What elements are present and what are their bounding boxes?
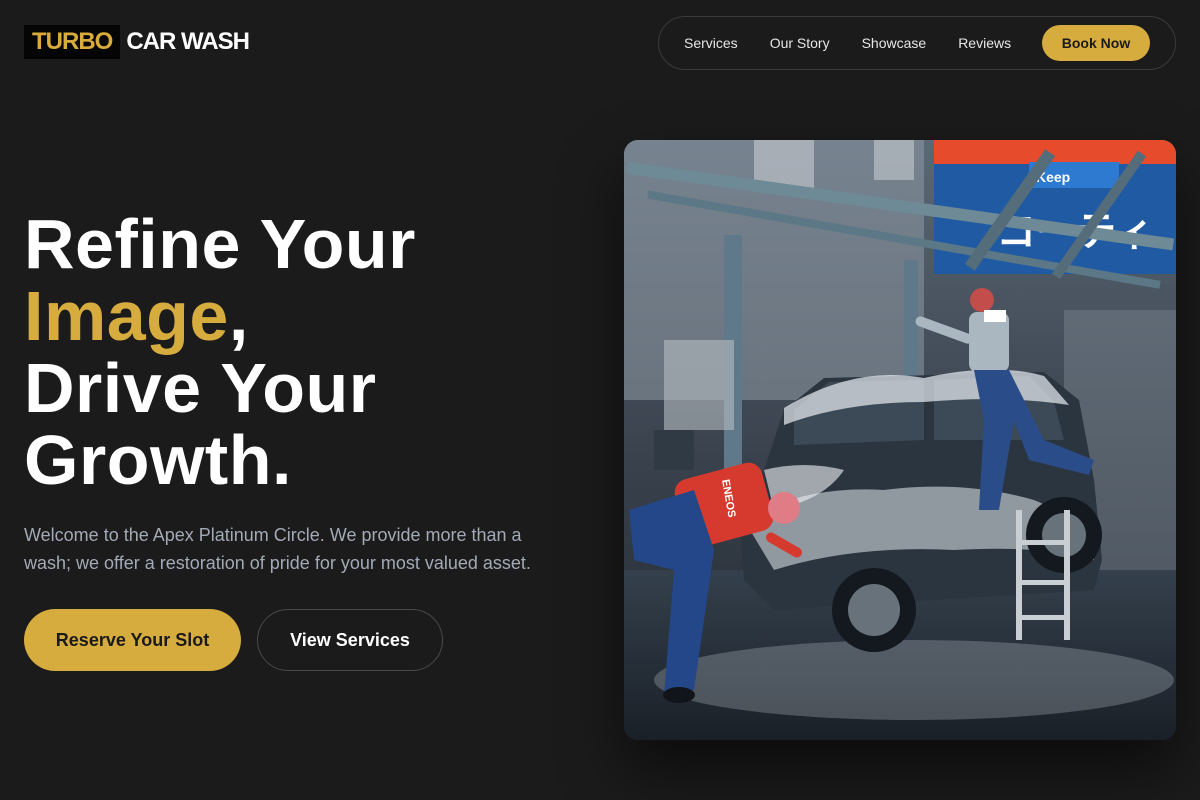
nav-link-showcase[interactable]: Showcase bbox=[862, 35, 927, 51]
headline-line-2: Image, bbox=[24, 280, 584, 352]
book-now-button[interactable]: Book Now bbox=[1042, 25, 1150, 61]
hero-lead-text: Welcome to the Apex Platinum Circle. We … bbox=[24, 525, 531, 573]
logo-rest-text: CAR WASH bbox=[126, 28, 250, 55]
reserve-slot-button[interactable]: Reserve Your Slot bbox=[24, 609, 241, 671]
nav-link-services[interactable]: Services bbox=[684, 35, 738, 51]
nav-link-reviews[interactable]: Reviews bbox=[958, 35, 1011, 51]
headline-line-1: Refine Your bbox=[24, 205, 416, 283]
hero-headline: Refine Your Image, Drive Your Growth. bbox=[24, 208, 584, 496]
headline-line-4: Growth. bbox=[24, 421, 292, 499]
nav-link-our-story[interactable]: Our Story bbox=[770, 35, 830, 51]
hero-car-wash-photo: Keep コーティ bbox=[624, 140, 1176, 740]
headline-comma: , bbox=[228, 277, 249, 355]
landing-page: TURBO CAR WASH Services Our Story Showca… bbox=[0, 0, 1200, 800]
brand-logo[interactable]: TURBO CAR WASH bbox=[24, 25, 250, 59]
headline-line-3: Drive Your bbox=[24, 349, 377, 427]
headline-accent-word: Image bbox=[24, 277, 229, 355]
logo-box-text: TURBO bbox=[24, 25, 121, 59]
main-nav: Services Our Story Showcase Reviews Book… bbox=[658, 16, 1176, 70]
car-wash-photo-illustration: Keep コーティ bbox=[624, 140, 1176, 740]
view-services-button[interactable]: View Services bbox=[257, 609, 443, 671]
